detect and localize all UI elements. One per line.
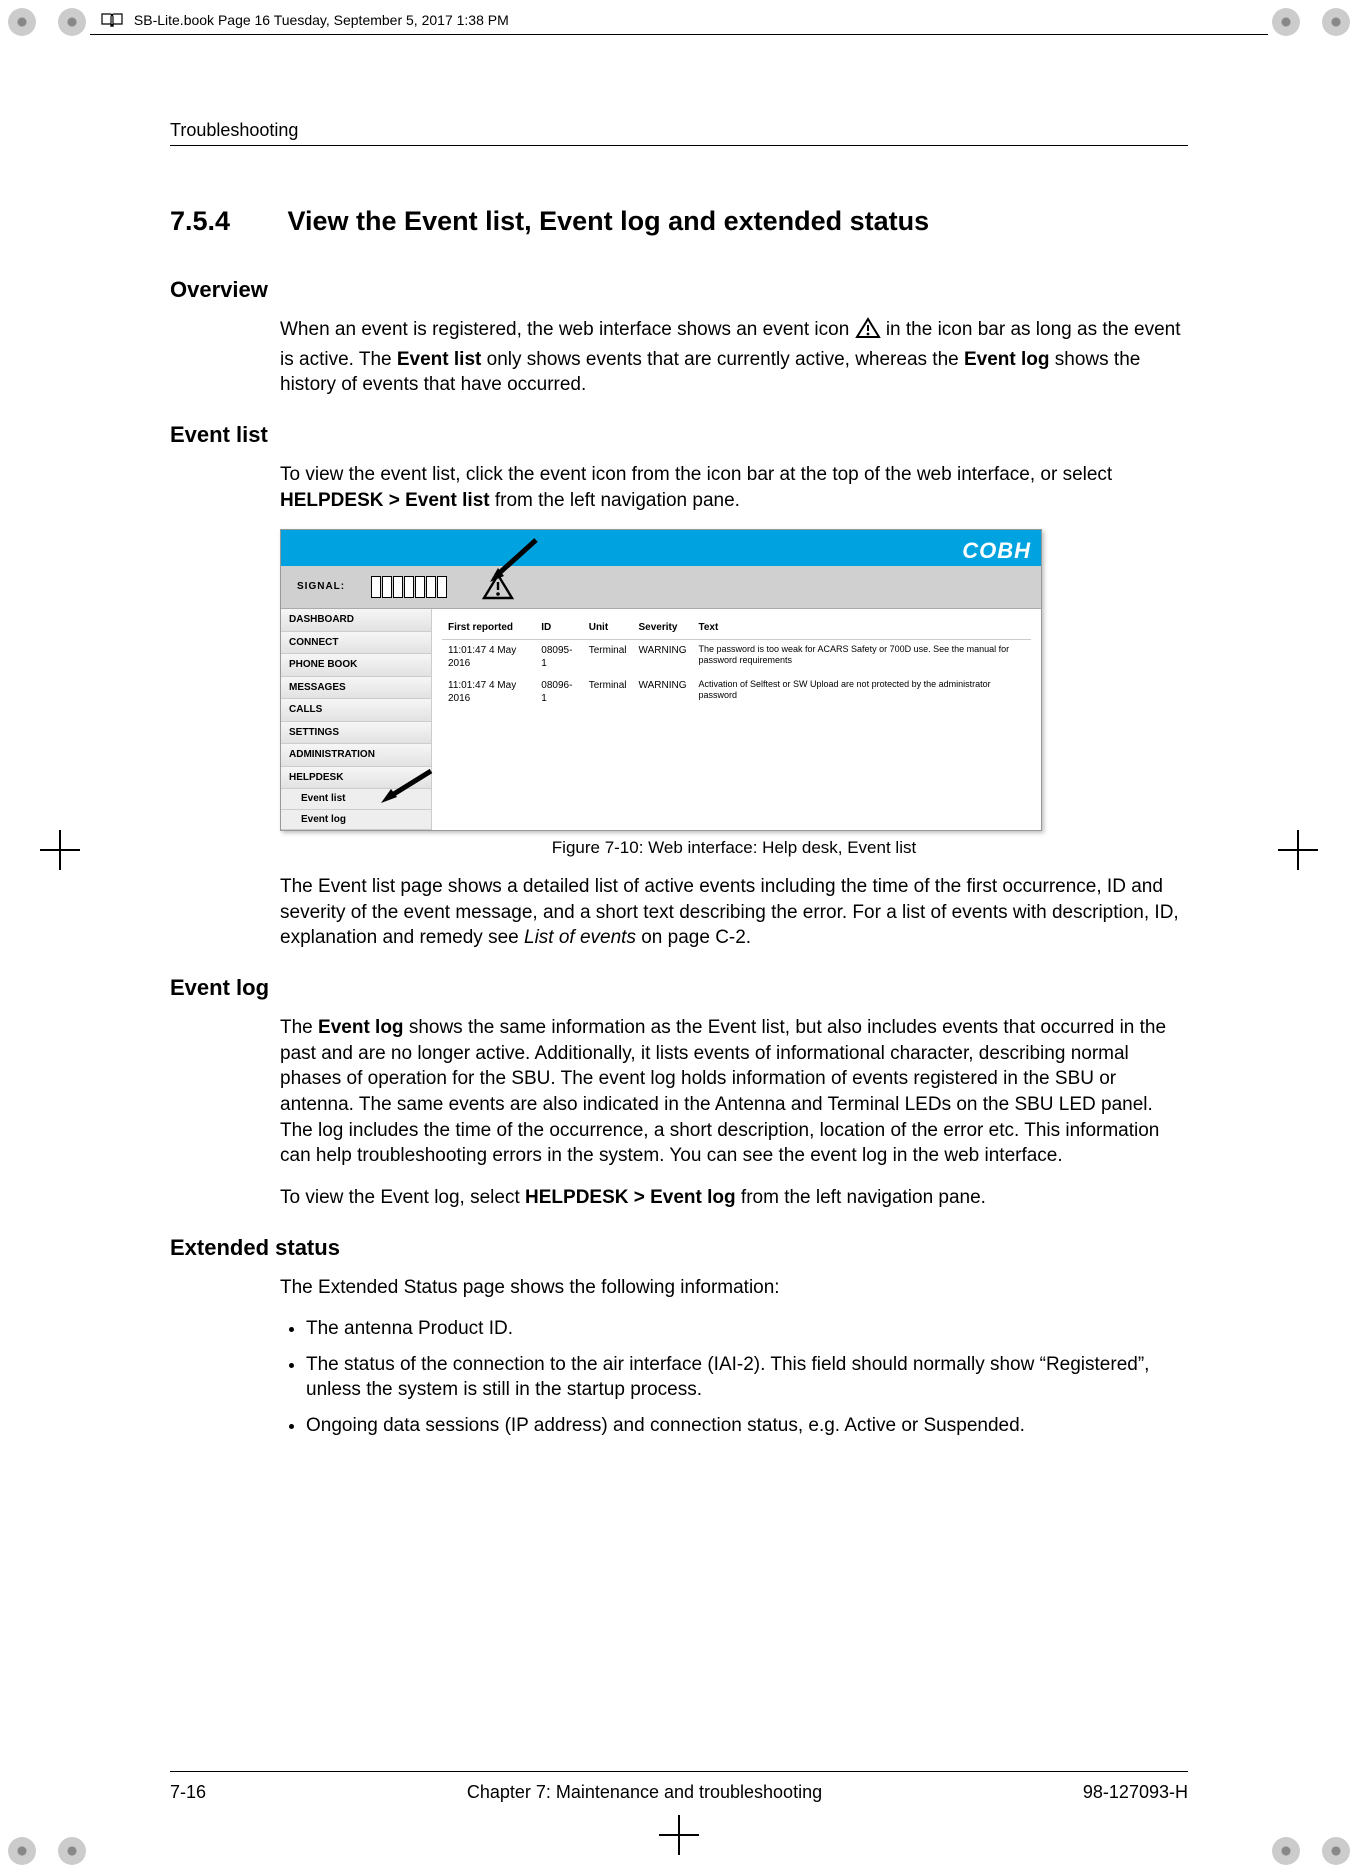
extended-bullets: The antenna Product ID. The status of th… <box>280 1316 1188 1439</box>
section-title: 7.5.4 View the Event list, Event log and… <box>170 206 1188 237</box>
overview-heading: Overview <box>170 277 1188 303</box>
warning-triangle-icon <box>855 317 881 347</box>
framemaker-tag-text: SB-Lite.book Page 16 Tuesday, September … <box>134 12 509 28</box>
extended-status-body: The Extended Status page shows the follo… <box>280 1275 1188 1439</box>
list-item: The status of the connection to the air … <box>306 1352 1188 1403</box>
crop-mark <box>58 8 86 36</box>
cell-unit: Terminal <box>583 639 633 675</box>
registration-cross <box>669 1825 689 1845</box>
list-item: The antenna Product ID. <box>306 1316 1188 1342</box>
cell-id: 08095-1 <box>535 639 582 675</box>
section-number: 7.5.4 <box>170 206 280 237</box>
col-unit: Unit <box>583 617 633 639</box>
signal-label: SIGNAL: <box>297 580 345 594</box>
chapter-title: Chapter 7: Maintenance and troubleshooti… <box>467 1782 822 1803</box>
running-head: Troubleshooting <box>170 120 1188 141</box>
event-log-body: The Event log shows the same information… <box>280 1015 1188 1210</box>
extended-status-heading: Extended status <box>170 1235 1188 1261</box>
doc-number: 98-127093-H <box>1083 1782 1188 1803</box>
crop-mark <box>1322 1837 1350 1865</box>
table-row: 11:01:47 4 May 2016 08095-1 Terminal WAR… <box>442 639 1031 675</box>
content-area: Troubleshooting 7.5.4 View the Event lis… <box>170 120 1188 1449</box>
registration-cross <box>50 840 70 860</box>
nav-item-phonebook[interactable]: PHONE BOOK <box>281 654 431 677</box>
figure-signal-row: SIGNAL: <box>281 566 1041 609</box>
overview-paragraph: When an event is registered, the web int… <box>280 317 1188 398</box>
annotation-arrow-icon <box>371 767 441 812</box>
crop-mark <box>1272 1837 1300 1865</box>
event-list-p2: The Event list page shows a detailed lis… <box>280 874 1188 951</box>
crop-mark <box>58 1837 86 1865</box>
figure-table: First reported ID Unit Severity Text 11:… <box>432 609 1041 830</box>
event-list-body: To view the event list, click the event … <box>280 462 1188 951</box>
header-rule <box>90 34 1268 35</box>
cell-unit: Terminal <box>583 675 633 710</box>
event-log-heading: Event log <box>170 975 1188 1001</box>
nav-sub-event-log[interactable]: Event log <box>281 810 431 831</box>
section-title-text: View the Event list, Event log and exten… <box>288 206 930 236</box>
col-id: ID <box>535 617 582 639</box>
list-item: Ongoing data sessions (IP address) and c… <box>306 1413 1188 1439</box>
table-row: 11:01:47 4 May 2016 08096-1 Terminal WAR… <box>442 675 1031 710</box>
footer: 7-16 Chapter 7: Maintenance and troubles… <box>170 1771 1188 1803</box>
nav-item-administration[interactable]: ADMINISTRATION <box>281 744 431 767</box>
footer-row: 7-16 Chapter 7: Maintenance and troubles… <box>170 1782 1188 1803</box>
figure-nav: DASHBOARD CONNECT PHONE BOOK MESSAGES CA… <box>281 609 432 830</box>
crop-mark <box>1272 8 1300 36</box>
cell-id: 08096-1 <box>535 675 582 710</box>
framemaker-tag: SB-Lite.book Page 16 Tuesday, September … <box>100 12 509 30</box>
registration-cross <box>1288 840 1308 860</box>
book-icon <box>100 12 124 30</box>
crop-mark <box>8 1837 36 1865</box>
event-list-p1: To view the event list, click the event … <box>280 462 1188 513</box>
cell-sev: WARNING <box>633 675 693 710</box>
figure-web-eventlist: COBH SIGNAL: DASHBOARD <box>280 529 1042 831</box>
extended-intro: The Extended Status page shows the follo… <box>280 1275 1188 1301</box>
col-text: Text <box>692 617 1031 639</box>
col-severity: Severity <box>633 617 693 639</box>
nav-item-calls[interactable]: CALLS <box>281 699 431 722</box>
event-warning-icon[interactable] <box>481 572 515 607</box>
nav-item-messages[interactable]: MESSAGES <box>281 677 431 700</box>
event-list-heading: Event list <box>170 422 1188 448</box>
cell-time: 11:01:47 4 May 2016 <box>442 675 535 710</box>
figure-body: DASHBOARD CONNECT PHONE BOOK MESSAGES CA… <box>281 609 1041 830</box>
col-first-reported: First reported <box>442 617 535 639</box>
overview-body: When an event is registered, the web int… <box>280 317 1188 398</box>
cell-sev: WARNING <box>633 639 693 675</box>
figure-caption: Figure 7-10: Web interface: Help desk, E… <box>280 837 1188 860</box>
event-log-p1: The Event log shows the same information… <box>280 1015 1188 1169</box>
cell-text: Activation of Selftest or SW Upload are … <box>692 675 1031 710</box>
figure-topbar: COBH <box>281 530 1041 566</box>
cell-time: 11:01:47 4 May 2016 <box>442 639 535 675</box>
signal-bars-icon <box>371 576 447 598</box>
brand-logo: COBH <box>962 536 1031 566</box>
cell-text: The password is too weak for ACARS Safet… <box>692 639 1031 675</box>
event-log-p2: To view the Event log, select HELPDESK >… <box>280 1185 1188 1211</box>
footer-rule <box>170 1771 1188 1772</box>
rule <box>170 145 1188 146</box>
crop-mark <box>8 8 36 36</box>
nav-item-dashboard[interactable]: DASHBOARD <box>281 609 431 632</box>
nav-item-settings[interactable]: SETTINGS <box>281 722 431 745</box>
nav-item-connect[interactable]: CONNECT <box>281 632 431 655</box>
page-number: 7-16 <box>170 1782 206 1803</box>
crop-mark <box>1322 8 1350 36</box>
page: SB-Lite.book Page 16 Tuesday, September … <box>0 0 1358 1873</box>
